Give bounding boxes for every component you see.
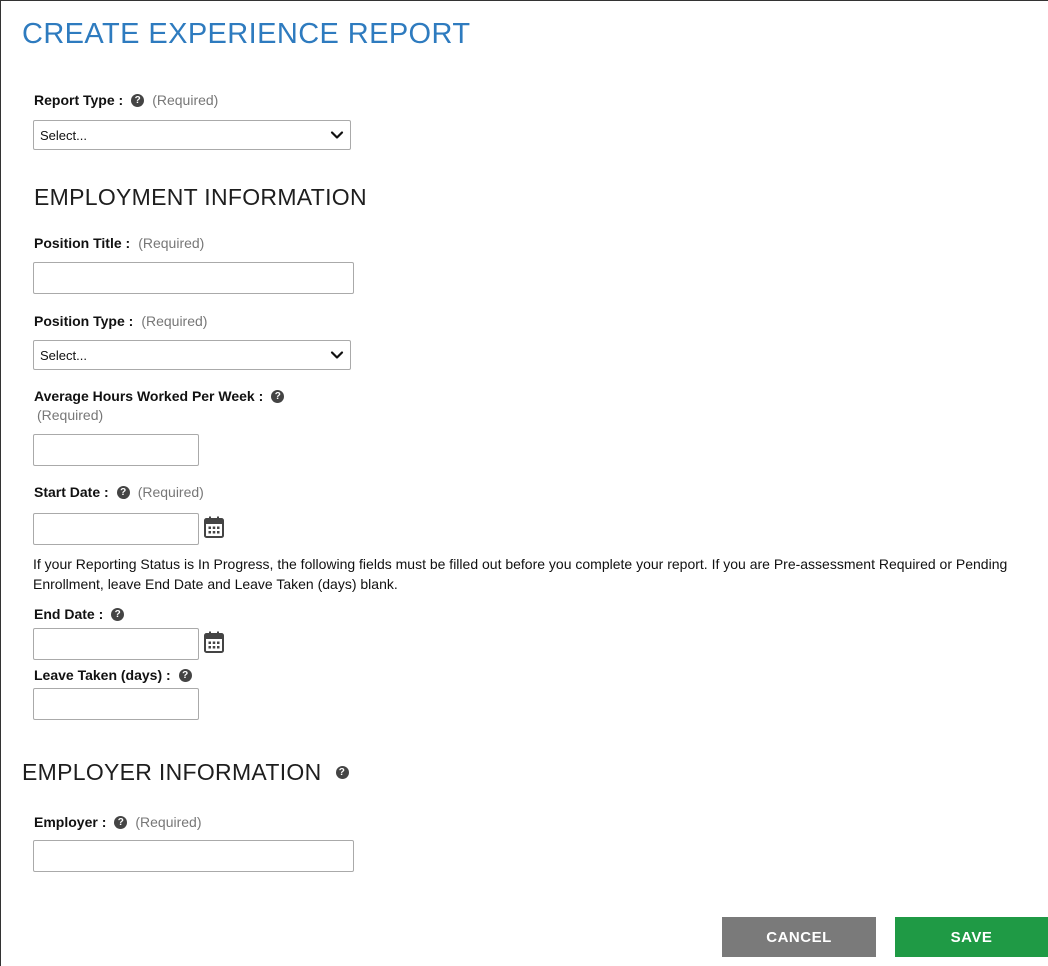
required-indicator: (Required) (152, 92, 219, 108)
question-circle-icon[interactable]: ? (114, 815, 128, 829)
position-type-label-text: Position Type : (34, 313, 134, 329)
position-title-input[interactable] (33, 262, 354, 294)
save-button[interactable]: SAVE (895, 917, 1048, 957)
employer-label-text: Employer : (34, 814, 107, 830)
position-title-label: Position Title : (Required) (34, 235, 204, 251)
chevron-down-icon (330, 351, 344, 359)
employer-heading-text: EMPLOYER INFORMATION (22, 759, 322, 785)
leave-taken-input[interactable] (33, 688, 199, 720)
question-circle-icon[interactable]: ? (271, 389, 285, 403)
report-type-selected: Select... (40, 127, 87, 143)
avg-hours-label: Average Hours Worked Per Week : ? (34, 388, 285, 404)
position-type-select[interactable]: Select... (33, 340, 351, 370)
required-indicator: (Required) (138, 235, 205, 251)
start-date-input[interactable] (33, 513, 199, 545)
question-circle-icon[interactable]: ? (178, 668, 192, 682)
avg-hours-input[interactable] (33, 434, 199, 466)
end-date-label: End Date : ? (34, 606, 125, 622)
question-circle-icon[interactable]: ? (116, 485, 130, 499)
report-type-select[interactable]: Select... (33, 120, 351, 150)
avg-hours-label-text: Average Hours Worked Per Week : (34, 388, 264, 404)
reporting-status-note: If your Reporting Status is In Progress,… (33, 556, 1008, 592)
cancel-button[interactable]: CANCEL (722, 917, 876, 957)
start-date-label-text: Start Date : (34, 484, 109, 500)
start-date-label: Start Date : ? (Required) (34, 484, 204, 500)
report-type-label-text: Report Type : (34, 92, 124, 108)
leave-taken-label: Leave Taken (days) : ? (34, 667, 192, 683)
end-date-label-text: End Date : (34, 606, 104, 622)
question-circle-icon[interactable]: ? (335, 766, 349, 779)
chevron-down-icon (330, 131, 344, 139)
position-title-label-text: Position Title : (34, 235, 131, 251)
employer-label: Employer : ? (Required) (34, 814, 202, 830)
end-date-input[interactable] (33, 628, 199, 660)
position-type-label: Position Type : (Required) (34, 313, 207, 329)
calendar-icon[interactable] (204, 631, 224, 653)
report-type-label: Report Type : ? (Required) (34, 92, 218, 108)
required-indicator: (Required) (135, 814, 202, 830)
page-title: CREATE EXPERIENCE REPORT (22, 18, 471, 50)
employer-input[interactable] (33, 840, 354, 872)
question-circle-icon[interactable]: ? (111, 607, 125, 621)
required-indicator: (Required) (137, 484, 204, 500)
required-indicator: (Required) (37, 407, 104, 423)
required-indicator: (Required) (141, 313, 208, 329)
position-type-selected: Select... (40, 347, 87, 363)
employer-heading: EMPLOYER INFORMATION ? (22, 759, 349, 786)
calendar-icon[interactable] (204, 516, 224, 538)
leave-taken-label-text: Leave Taken (days) : (34, 667, 171, 683)
question-circle-icon[interactable]: ? (131, 93, 145, 107)
employment-heading: EMPLOYMENT INFORMATION (34, 184, 367, 210)
